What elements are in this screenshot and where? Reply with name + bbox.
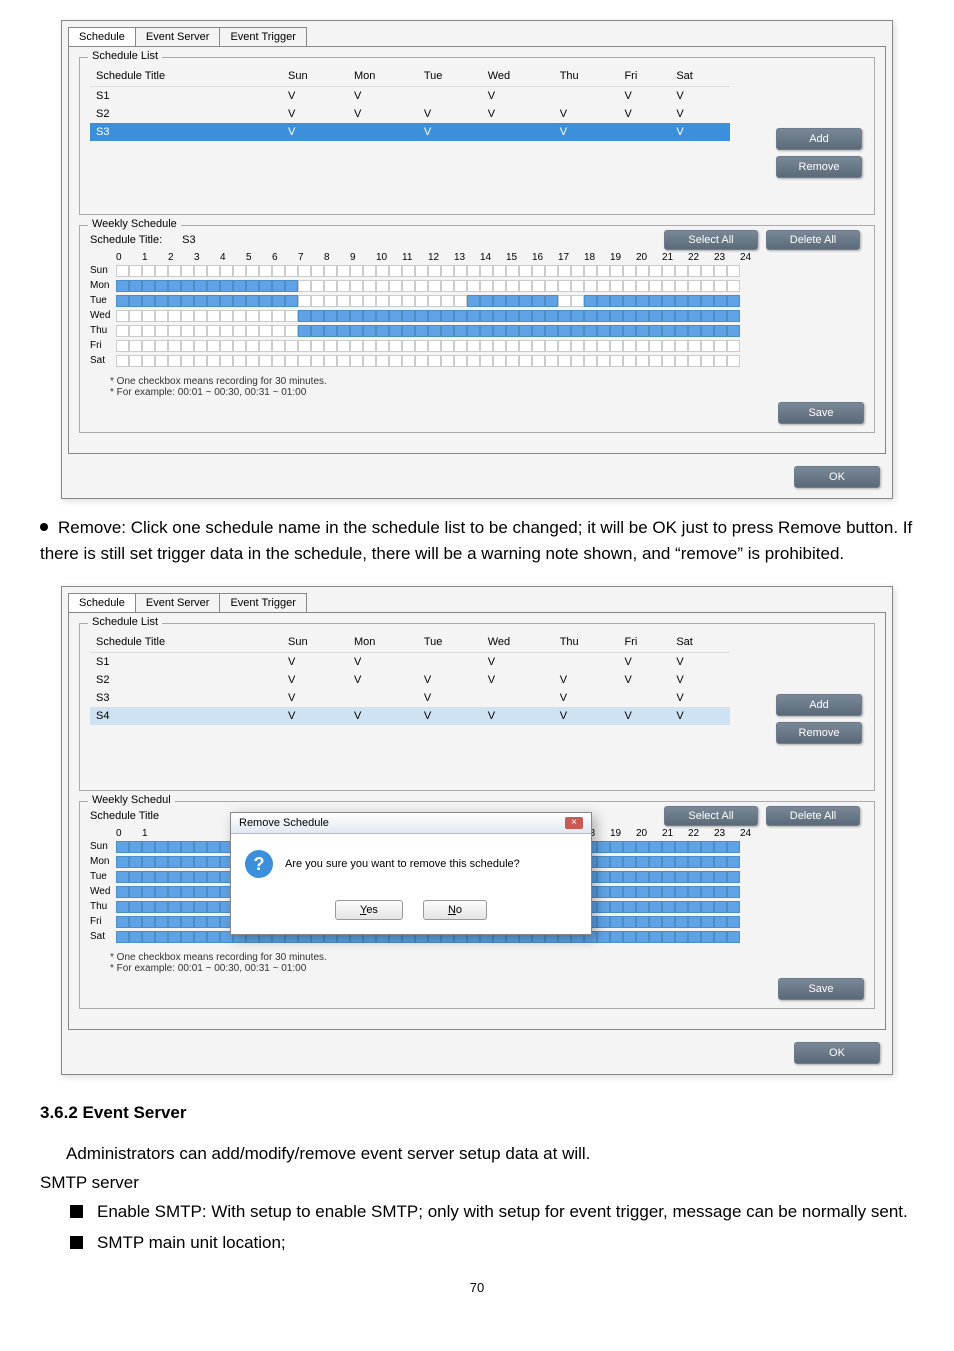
weekly-legend-trunc: Weekly Schedul bbox=[88, 794, 175, 806]
tab-row: Schedule Event Server Event Trigger bbox=[62, 21, 892, 46]
footnote: * One checkbox means recording for 30 mi… bbox=[90, 376, 864, 398]
tab-schedule[interactable]: Schedule bbox=[68, 593, 136, 612]
table-row[interactable]: S3VVVV bbox=[90, 689, 730, 707]
table-row[interactable]: S2VVVVVVV bbox=[90, 671, 730, 689]
square-bullet-icon bbox=[70, 1205, 83, 1218]
weekly-schedule-group: Weekly Schedul Schedule Title Select All… bbox=[79, 801, 875, 1009]
list-item: SMTP main unit location; bbox=[70, 1230, 914, 1256]
body-bullet-remove: Remove: Click one schedule name in the s… bbox=[40, 515, 914, 566]
tab-event-server[interactable]: Event Server bbox=[135, 593, 221, 612]
weekly-legend: Weekly Schedule bbox=[88, 218, 181, 230]
schedule-title-value: S3 bbox=[182, 234, 195, 246]
ok-button[interactable]: OK bbox=[794, 1042, 880, 1064]
table-row[interactable]: S1VVVVV bbox=[90, 653, 730, 672]
tab-event-trigger[interactable]: Event Trigger bbox=[219, 593, 306, 612]
schedule-dialog-1: Schedule Event Server Event Trigger Sche… bbox=[61, 20, 893, 499]
schedule-list-group: Schedule List Schedule TitleSunMonTueWed… bbox=[79, 623, 875, 791]
delete-all-button[interactable]: Delete All bbox=[766, 806, 860, 826]
remove-button[interactable]: Remove bbox=[776, 722, 862, 744]
delete-all-button[interactable]: Delete All bbox=[766, 230, 860, 250]
popup-title: Remove Schedule bbox=[239, 817, 329, 829]
square-bullet-icon bbox=[70, 1236, 83, 1249]
weekly-schedule-group: Weekly Schedule Schedule Title: S3 Selec… bbox=[79, 225, 875, 433]
remove-schedule-dialog: Remove Schedule × ? Are you sure you wan… bbox=[230, 812, 592, 935]
save-button[interactable]: Save bbox=[778, 402, 864, 424]
schedule-title-label-trunc: Schedule Title bbox=[90, 810, 159, 822]
tab-event-trigger[interactable]: Event Trigger bbox=[219, 27, 306, 46]
select-all-button[interactable]: Select All bbox=[664, 806, 758, 826]
schedule-list-group: Schedule List Schedule Title SunMon TueW… bbox=[79, 57, 875, 215]
yes-button[interactable]: Yes bbox=[335, 900, 403, 920]
tab-event-server[interactable]: Event Server bbox=[135, 27, 221, 46]
add-button[interactable]: Add bbox=[776, 694, 862, 716]
section-heading: 3.6.2 Event Server bbox=[40, 1103, 914, 1123]
popup-message: Are you sure you want to remove this sch… bbox=[285, 858, 520, 870]
table-header-row: Schedule Title SunMon TueWed ThuFri Sat bbox=[90, 66, 730, 87]
list-item: Enable SMTP: With setup to enable SMTP; … bbox=[70, 1199, 914, 1225]
tab-row: Schedule Event Server Event Trigger bbox=[62, 587, 892, 612]
body-text: Administrators can add/modify/remove eve… bbox=[66, 1141, 914, 1167]
footnote: * One checkbox means recording for 30 mi… bbox=[90, 952, 864, 974]
table-row-selected[interactable]: S4VVVVVVV bbox=[90, 707, 730, 725]
table-row[interactable]: S1VVVVV bbox=[90, 87, 730, 106]
close-icon[interactable]: × bbox=[565, 817, 583, 829]
remove-button[interactable]: Remove bbox=[776, 156, 862, 178]
hour-scale: 0123456789101112131415161718192021222324 bbox=[90, 252, 864, 263]
bullet-icon bbox=[40, 523, 48, 531]
schedule-table: Schedule TitleSunMonTueWedThuFriSat S1VV… bbox=[90, 632, 730, 725]
save-button[interactable]: Save bbox=[778, 978, 864, 1000]
add-button[interactable]: Add bbox=[776, 128, 862, 150]
select-all-button[interactable]: Select All bbox=[664, 230, 758, 250]
schedule-list-legend: Schedule List bbox=[88, 50, 162, 62]
body-text: SMTP server bbox=[40, 1173, 914, 1193]
table-row-selected[interactable]: S3VVVV bbox=[90, 123, 730, 141]
ok-button[interactable]: OK bbox=[794, 466, 880, 488]
tab-schedule[interactable]: Schedule bbox=[68, 27, 136, 46]
table-row[interactable]: S2VVVVVVV bbox=[90, 105, 730, 123]
schedule-dialog-2: Schedule Event Server Event Trigger Sche… bbox=[61, 586, 893, 1075]
page-number: 70 bbox=[40, 1280, 914, 1295]
schedule-table: Schedule Title SunMon TueWed ThuFri Sat … bbox=[90, 66, 730, 141]
week-grid[interactable]: SunMonTueWedThuFriSat bbox=[90, 263, 864, 368]
schedule-title-label: Schedule Title: bbox=[90, 234, 162, 246]
no-button[interactable]: No bbox=[423, 900, 487, 920]
question-icon: ? bbox=[245, 850, 273, 878]
